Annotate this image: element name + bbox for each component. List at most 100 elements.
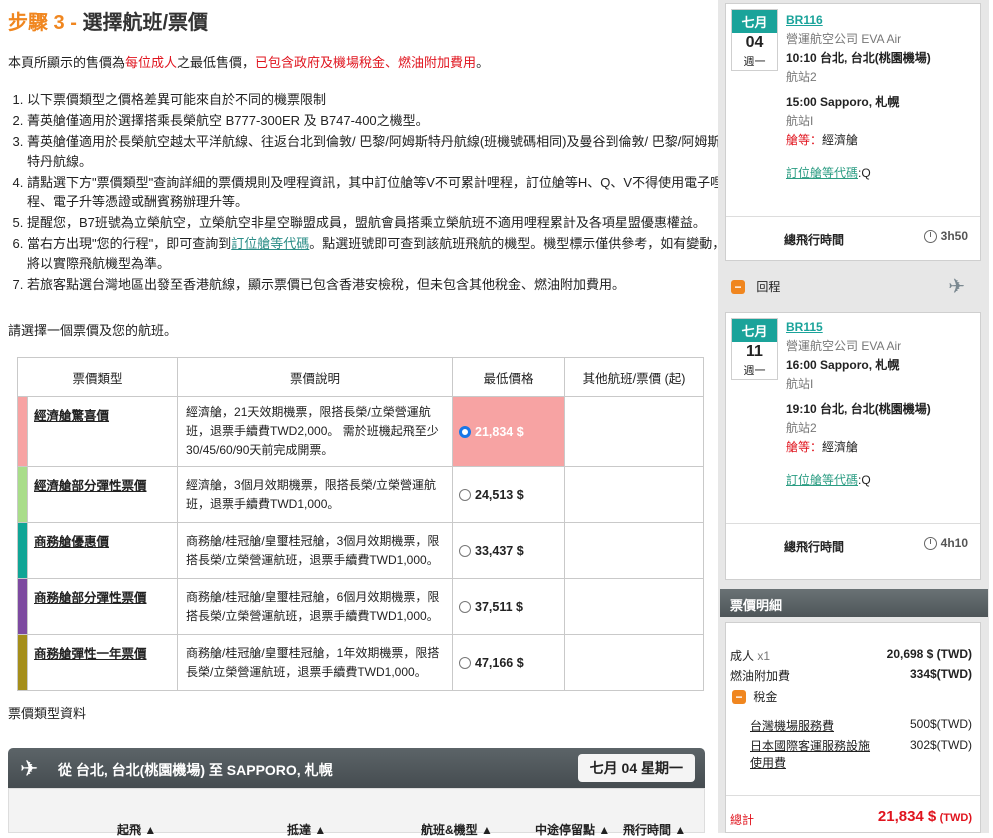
outbound-date: 七月 04 週一 xyxy=(731,9,778,71)
fare-radio[interactable] xyxy=(459,657,472,670)
intro-text: 本頁所顯示的售價為每位成人之最低售價，已包含政府及機場稅金、燃油附加費用。 xyxy=(8,52,489,71)
fare-type-link[interactable]: 商務艙彈性一年票價 xyxy=(34,647,147,661)
operating-airline: 營運航空公司 EVA Air xyxy=(786,32,902,46)
fare-price-cell[interactable]: 21,834 $ xyxy=(452,396,566,467)
date-weekday: 週一 xyxy=(743,56,766,68)
inbound-total-time: 總飛行時間 4h10 xyxy=(726,523,980,564)
notes-list: 以下票價類型之價格差異可能來自於不同的機票限制 菁英艙僅適用於選擇搭乘長榮航空 … xyxy=(8,90,727,296)
price-detail-header: 票價明細 xyxy=(720,589,988,617)
total-divider xyxy=(726,795,980,796)
cabin-value: 經濟艙 xyxy=(822,440,859,454)
adult-price: 20,698 $ (TWD) xyxy=(886,647,972,661)
intro-highlight: 已包含政府及機場稅金、燃油附加費用 xyxy=(255,55,477,70)
sort-label: 中途停留點 xyxy=(535,823,596,837)
fare-price-cell[interactable]: 37,511 $ xyxy=(452,578,566,635)
flight-number-link[interactable]: BR115 xyxy=(786,320,823,334)
total-time-value: 4h10 xyxy=(923,536,968,551)
cabin-value: 經濟艙 xyxy=(822,133,859,147)
date-day: 04 xyxy=(745,34,764,51)
fare-type-link[interactable]: 商務艙優惠價 xyxy=(34,535,109,549)
sort-arrow-icon: ▲ xyxy=(144,823,157,837)
fare-type-link[interactable]: 經濟艙驚喜價 xyxy=(34,409,109,423)
fare-radio[interactable] xyxy=(459,426,472,439)
total-time-text: 3h50 xyxy=(940,229,968,243)
other-flights-cell xyxy=(564,522,705,579)
total-time-text: 4h10 xyxy=(940,536,968,550)
outbound-flight-card: 七月 04 週一 BR116 營運航空公司 EVA Air 10:10 台北, … xyxy=(725,3,981,261)
sort-departure[interactable]: 起飛 ▲ xyxy=(117,821,156,838)
step-title-text: 選擇航班/票價 xyxy=(82,12,209,34)
other-flights-cell xyxy=(564,634,705,691)
outbound-total-time: 總飛行時間 3h50 xyxy=(726,216,980,257)
fare-price-cell[interactable]: 24,513 $ xyxy=(452,466,566,523)
fare-color-stripe xyxy=(17,396,28,467)
note-item: 提醒您，B7班號為立榮航空，立榮航空非星空聯盟成員，盟航會員搭乘立榮航班不適用哩… xyxy=(27,213,727,233)
sort-label: 航班&機型 xyxy=(421,823,478,837)
step-number: 步驟 3 - xyxy=(8,12,83,34)
route-origin: 台北, 台北(桃園機場) xyxy=(75,762,205,778)
fare-radio[interactable] xyxy=(459,489,472,502)
arrival-time-place: 15:00 Sapporo, 札幌 xyxy=(786,95,900,109)
note-item: 若旅客點選台灣地區出發至香港航線，顯示票價已包含香港安檢稅，但未包含其他稅金、燃… xyxy=(27,275,727,295)
note-item: 菁英艙僅適用於長榮航空越太平洋航線、往返台北到倫敦/ 巴黎/阿姆斯特丹航線(班機… xyxy=(27,132,727,171)
fare-type-cell: 商務艙優惠價 xyxy=(26,522,179,579)
japan-facility-fee-link[interactable]: 日本國際客運服務設施使用費 xyxy=(750,738,870,772)
taiwan-airport-fee-link[interactable]: 台灣機場服務費 xyxy=(750,717,834,734)
fare-row: 商務艙部分彈性票價 商務艙/桂冠艙/皇璽桂冠艙，6個月效期機票，限搭長榮/立榮營運… xyxy=(17,578,705,635)
flight-number-link[interactable]: BR116 xyxy=(786,13,823,27)
fuel-surcharge-label: 燃油附加費 xyxy=(730,669,791,683)
select-prompt: 請選擇一個票價及您的航班。 xyxy=(8,323,178,338)
note-item: 以下票價類型之價格差異可能來自於不同的機票限制 xyxy=(27,90,727,110)
total-time-label: 總飛行時間 xyxy=(784,233,845,247)
collapse-icon: − xyxy=(732,689,746,704)
tax-toggle[interactable]: − 稅金 xyxy=(732,688,777,705)
route-text: 從 台北, 台北(桃園機場) 至 SAPPORO, 札幌 xyxy=(58,760,333,780)
grand-total-value: 21,834 $ (TWD) xyxy=(878,808,972,825)
sort-stopovers[interactable]: 中途停留點 ▲ xyxy=(535,821,610,838)
fare-desc-cell: 經濟艙，21天效期機票，限搭長榮/立榮營運航班，退票手續費TWD2,000。 需… xyxy=(177,396,454,467)
fare-type-info: 票價類型資料 xyxy=(8,706,87,721)
sort-arrival[interactable]: 抵達 ▲ xyxy=(287,821,326,838)
date-selector[interactable]: 七月 04 星期一 xyxy=(577,754,695,782)
intro-highlight: 每位成人 xyxy=(125,55,178,70)
note-text: 當右方出現"您的行程"，即可查詢到 xyxy=(27,236,232,251)
sort-duration[interactable]: 飛行時間 ▲ xyxy=(623,821,686,838)
fare-radio[interactable] xyxy=(459,601,472,614)
return-label: 回程 xyxy=(756,280,781,294)
booking-class-code-link[interactable]: 訂位艙等代碼 xyxy=(231,236,309,251)
fare-price-cell[interactable]: 47,166 $ xyxy=(452,634,566,691)
fare-radio[interactable] xyxy=(459,545,472,558)
arrival-terminal: 航站I xyxy=(786,114,814,128)
sort-arrow-icon: ▲ xyxy=(674,823,687,837)
page-title: 步驟 3 - 選擇航班/票價 xyxy=(8,6,208,35)
return-toggle[interactable]: − 回程 ✈ xyxy=(731,276,981,298)
col-header-fare-type: 票價類型 xyxy=(16,357,179,397)
fare-price: 47,166 $ xyxy=(475,655,524,670)
fare-table-header: 票價類型 票價說明 最低價格 其他航班/票價 (起) xyxy=(16,357,705,397)
airplane-icon: ✈ xyxy=(948,276,965,298)
fare-price-cell[interactable]: 33,437 $ xyxy=(452,522,566,579)
other-flights-cell xyxy=(564,466,705,523)
fare-table: 票價類型 票價說明 最低價格 其他航班/票價 (起) 經濟艙驚喜價 經濟艙，21天… xyxy=(16,357,705,691)
fare-row: 經濟艙驚喜價 經濟艙，21天效期機票，限搭長榮/立榮營運航班，退票手續費TWD2,… xyxy=(17,396,705,467)
total-time-label: 總飛行時間 xyxy=(784,540,845,554)
booking-class-link[interactable]: 訂位艙等代碼 xyxy=(786,473,858,487)
booking-class-link[interactable]: 訂位艙等代碼 xyxy=(786,166,858,180)
fare-type-link[interactable]: 經濟艙部分彈性票價 xyxy=(34,479,147,493)
intro-part: 之最低售價， xyxy=(177,55,256,70)
note-item: 請點選下方"票價類型"查詢詳細的票價規則及哩程資訊，其中訂位艙等V不可累計哩程，… xyxy=(27,173,727,212)
japan-facility-fee-value: 302$(TWD) xyxy=(909,738,972,752)
total-time-value: 3h50 xyxy=(923,229,968,244)
fare-type-link[interactable]: 商務艙部分彈性票價 xyxy=(34,591,147,605)
departure-time-place: 16:00 Sapporo, 札幌 xyxy=(786,358,900,372)
clock-icon xyxy=(923,230,937,244)
inbound-flight-card: 七月 11 週一 BR115 營運航空公司 EVA Air 16:00 Sapp… xyxy=(725,312,981,580)
fare-type-cell: 商務艙彈性一年票價 xyxy=(26,634,179,691)
fare-price: 37,511 $ xyxy=(475,599,523,614)
date-month: 七月 xyxy=(732,10,777,33)
departure-time-place: 10:10 台北, 台北(桃園機場) xyxy=(786,51,931,65)
outbound-flight-info: BR116 營運航空公司 EVA Air 10:10 台北, 台北(桃園機場) … xyxy=(786,11,931,183)
flight-list-header: 起飛 ▲ 抵達 ▲ 航班&機型 ▲ 中途停留點 ▲ 飛行時間 ▲ xyxy=(8,788,705,837)
fare-price: 21,834 $ xyxy=(475,424,524,439)
sort-flight[interactable]: 航班&機型 ▲ xyxy=(421,821,493,838)
